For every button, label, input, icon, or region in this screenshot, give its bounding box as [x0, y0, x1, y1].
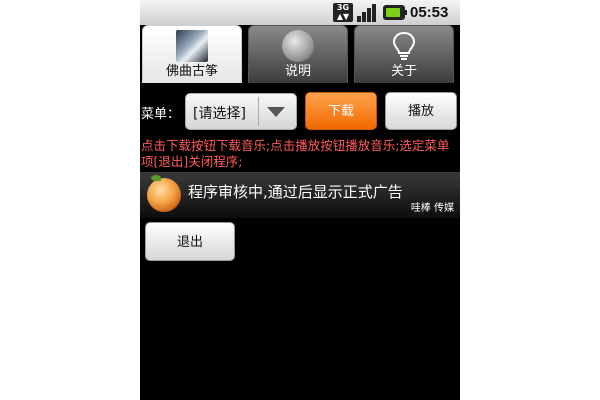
network-3g-icon: 3G ▲▼ [333, 3, 353, 22]
album-art-icon [176, 30, 208, 62]
tab-instructions[interactable]: 说明 [248, 25, 348, 83]
dropdown-arrow[interactable] [258, 97, 293, 126]
peach-logo-icon [147, 175, 181, 212]
tab-about[interactable]: 关于 [354, 25, 454, 83]
signal-strength-icon [357, 4, 376, 22]
menu-select[interactable]: [请选择] [185, 93, 297, 130]
ad-brand: 哇棒 传媒 [410, 203, 454, 214]
play-button[interactable]: 播放 [385, 92, 457, 130]
ad-banner[interactable]: 程序审核中,通过后显示正式广告 哇棒 传媒 [140, 172, 460, 218]
instructions-text: 点击下载按钮下载音乐;点击播放按钮播放音乐;选定菜单项[退出]关闭程序; [141, 138, 450, 169]
phone-screen: 3G ▲▼ 05:53 佛曲古筝 说明 关于 菜单： [请选择] 下载 播放 点… [140, 0, 460, 400]
status-bar: 3G ▲▼ 05:53 [140, 0, 460, 25]
menu-select-value: [请选择] [193, 106, 246, 122]
ad-text: 程序审核中,通过后显示正式广告 [188, 183, 403, 201]
tab-label: 说明 [284, 64, 311, 79]
tab-bar: 佛曲古筝 说明 关于 [140, 25, 460, 85]
battery-icon [383, 5, 407, 20]
exit-button[interactable]: 退出 [145, 222, 235, 261]
clock: 05:53 [410, 4, 449, 21]
lightbulb-icon [392, 31, 416, 60]
menu-label: 菜单： [141, 107, 181, 122]
chevron-down-icon [267, 107, 285, 117]
tab-label: 佛曲古筝 [165, 64, 218, 79]
tab-label: 关于 [390, 64, 417, 79]
tab-guzheng[interactable]: 佛曲古筝 [142, 25, 242, 83]
download-button[interactable]: 下载 [305, 92, 377, 130]
egg-icon [282, 30, 314, 62]
